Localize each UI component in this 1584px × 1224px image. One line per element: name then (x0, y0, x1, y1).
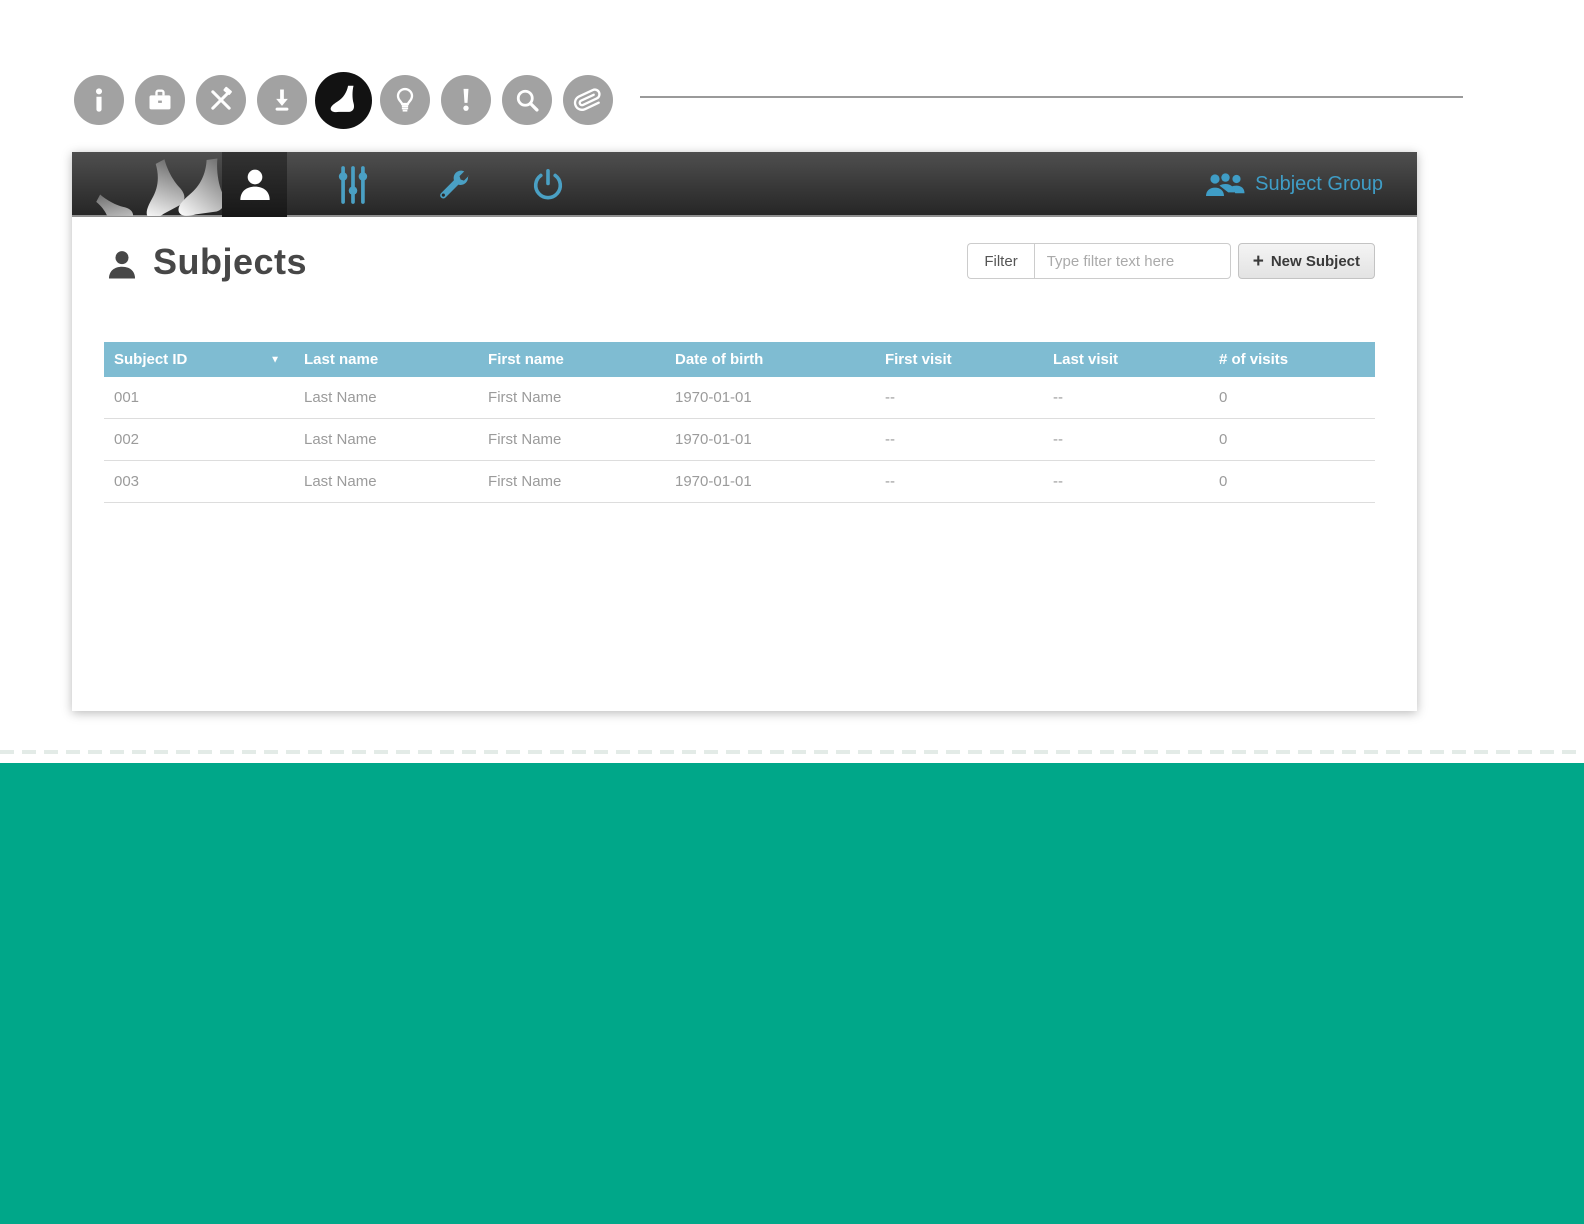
search-icon[interactable] (502, 75, 552, 125)
cell-first-visit: -- (874, 460, 1043, 503)
filter-label: Filter (967, 243, 1034, 279)
new-subject-label: New Subject (1270, 252, 1360, 270)
header-divider (640, 96, 1463, 98)
people-group-icon (1206, 172, 1245, 196)
app-window: Subject Group Subjects Filter + New Subj… (72, 152, 1417, 711)
subject-group-selector[interactable]: Subject Group (1205, 152, 1383, 217)
wrench-icon (440, 170, 469, 198)
top-toolbar (74, 71, 624, 129)
table-row[interactable]: 003 Last Name First Name 1970-01-01 -- -… (104, 460, 1375, 503)
table-row[interactable]: 001 Last Name First Name 1970-01-01 -- -… (104, 377, 1375, 419)
cell-last-visit: -- (1042, 460, 1209, 503)
column-header-last-visit[interactable]: Last visit (1042, 342, 1209, 377)
person-icon (239, 169, 270, 200)
person-icon (105, 247, 139, 283)
exclamation-icon[interactable] (441, 75, 491, 125)
column-header-date-of-birth[interactable]: Date of birth (664, 342, 875, 377)
subjects-table: Subject ID ▼ Last name First name Date o… (104, 342, 1375, 503)
filter-input[interactable] (1033, 243, 1231, 279)
info-icon[interactable] (74, 75, 124, 125)
cell-subject-id: 002 (104, 418, 294, 461)
table-header-row: Subject ID ▼ Last name First name Date o… (104, 342, 1375, 377)
briefcase-icon[interactable] (135, 75, 185, 125)
download-icon[interactable] (257, 75, 307, 125)
teal-footer-band (0, 763, 1584, 1224)
cell-subject-id: 001 (104, 377, 294, 419)
cell-date-of-birth: 1970-01-01 (664, 460, 875, 503)
cell-num-visits: 0 (1208, 377, 1375, 419)
nav-tab-subjects[interactable] (222, 152, 287, 217)
nav-tab-power[interactable] (519, 152, 577, 217)
cell-first-visit: -- (874, 377, 1043, 419)
column-header-first-visit[interactable]: First visit (874, 342, 1043, 377)
footscan-logo-icon (96, 158, 222, 216)
cell-first-name: First Name (478, 418, 665, 461)
column-header-num-visits[interactable]: # of visits (1208, 342, 1375, 377)
sliders-icon (338, 165, 368, 204)
cell-first-visit: -- (874, 418, 1043, 461)
foot-icon[interactable] (315, 71, 372, 129)
new-subject-button[interactable]: + New Subject (1237, 243, 1375, 279)
page-title: Subjects (153, 241, 308, 282)
cell-last-visit: -- (1042, 418, 1209, 461)
cell-first-name: First Name (478, 377, 665, 419)
nav-tab-tools[interactable] (424, 152, 482, 217)
subject-group-label: Subject Group (1255, 173, 1383, 195)
table-row[interactable]: 002 Last Name First Name 1970-01-01 -- -… (104, 418, 1375, 461)
subjects-page: Subjects Filter + New Subject Subject ID… (72, 217, 1417, 709)
cell-num-visits: 0 (1208, 418, 1375, 461)
perforation-divider (0, 750, 1584, 754)
cell-last-name: Last Name (294, 418, 479, 461)
tools-icon[interactable] (196, 75, 246, 125)
cell-last-name: Last Name (294, 460, 479, 503)
cell-first-name: First Name (478, 460, 665, 503)
cell-last-visit: -- (1042, 377, 1209, 419)
plus-icon: + (1252, 250, 1264, 272)
paperclip-icon[interactable] (563, 75, 613, 125)
column-header-subject-id[interactable]: Subject ID ▼ (104, 342, 294, 377)
lightbulb-icon[interactable] (380, 75, 430, 125)
page-heading: Subjects (105, 241, 307, 283)
cell-num-visits: 0 (1208, 460, 1375, 503)
sort-descending-icon: ▼ (270, 354, 280, 365)
navbar: Subject Group (72, 152, 1417, 217)
filter-bar: Filter + New Subject (967, 243, 1375, 279)
cell-date-of-birth: 1970-01-01 (664, 377, 875, 419)
column-header-first-name[interactable]: First name (478, 342, 665, 377)
power-icon (533, 168, 563, 199)
cell-date-of-birth: 1970-01-01 (664, 418, 875, 461)
cell-last-name: Last Name (294, 377, 479, 419)
column-header-last-name[interactable]: Last name (294, 342, 479, 377)
nav-tab-measurement-settings[interactable] (324, 152, 382, 217)
cell-subject-id: 003 (104, 460, 294, 503)
